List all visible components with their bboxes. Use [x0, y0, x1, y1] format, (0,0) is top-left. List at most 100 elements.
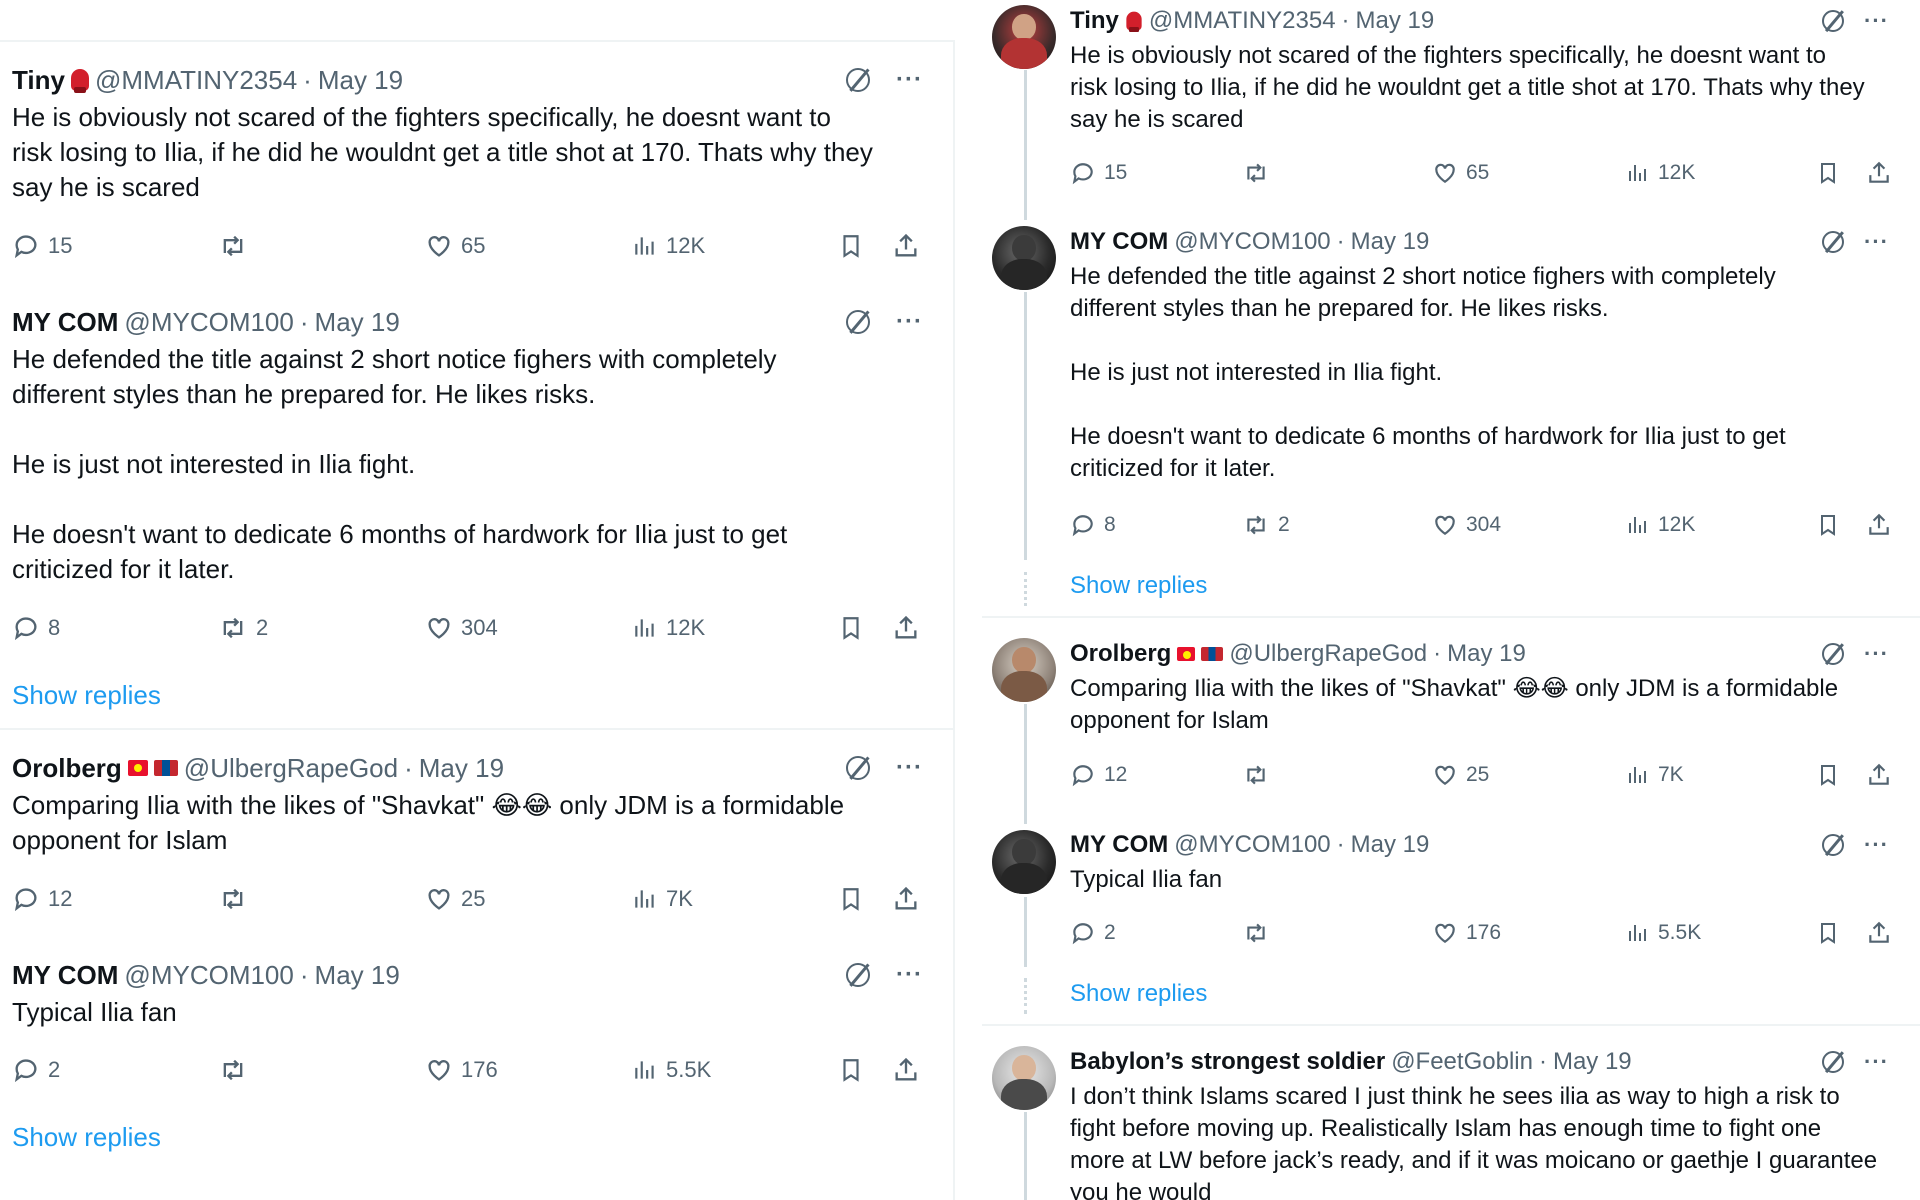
- share-button[interactable]: [892, 613, 920, 643]
- author-name[interactable]: MY COM: [1070, 228, 1168, 256]
- tweet-date[interactable]: May 19: [1351, 831, 1430, 859]
- bookmark-button[interactable]: [1816, 159, 1840, 187]
- repost-button[interactable]: [218, 885, 256, 913]
- author-name[interactable]: MY COM: [12, 307, 118, 338]
- views-button[interactable]: 12K: [632, 614, 705, 642]
- author-handle[interactable]: @UlbergRapeGod: [184, 753, 398, 784]
- reply-button[interactable]: 2: [1070, 920, 1116, 946]
- repost-button[interactable]: 2: [1242, 512, 1290, 538]
- more-icon[interactable]: ···: [1864, 8, 1889, 34]
- tweet-date[interactable]: May 19: [1447, 640, 1526, 668]
- like-button[interactable]: 65: [425, 232, 485, 260]
- grok-icon[interactable]: [846, 756, 870, 780]
- show-replies-link[interactable]: Show replies: [1070, 980, 1207, 1008]
- tweet[interactable]: Orolberg @UlbergRapeGod · May 19 ··· Com…: [12, 748, 932, 858]
- bookmark-button[interactable]: [838, 231, 864, 261]
- like-button[interactable]: 65: [1432, 160, 1489, 186]
- repost-button[interactable]: [1242, 160, 1278, 186]
- show-replies-link[interactable]: Show replies: [12, 680, 161, 711]
- reply-button[interactable]: 15: [1070, 160, 1127, 186]
- grok-icon[interactable]: [846, 310, 870, 334]
- repost-button[interactable]: [218, 232, 256, 260]
- like-button[interactable]: 304: [1432, 512, 1501, 538]
- views-button[interactable]: 5.5K: [1626, 920, 1701, 946]
- share-button[interactable]: [1866, 511, 1892, 539]
- tweet[interactable]: MY COM @MYCOM100 · May 19 ··· Typical Il…: [1070, 828, 1910, 898]
- grok-icon[interactable]: [1822, 643, 1844, 665]
- reply-button[interactable]: 12: [1070, 762, 1127, 788]
- share-button[interactable]: [892, 231, 920, 261]
- author-handle[interactable]: @MYCOM100: [124, 307, 293, 338]
- author-name[interactable]: Tiny: [1070, 7, 1119, 35]
- tweet-date[interactable]: May 19: [315, 960, 400, 991]
- views-button[interactable]: 12K: [1626, 512, 1695, 538]
- share-button[interactable]: [892, 884, 920, 914]
- tweet-date[interactable]: May 19: [1351, 228, 1430, 256]
- grok-icon[interactable]: [1822, 834, 1844, 856]
- author-handle[interactable]: @MMATINY2354: [95, 65, 297, 96]
- bookmark-button[interactable]: [1816, 761, 1840, 789]
- views-button[interactable]: 12K: [1626, 160, 1695, 186]
- grok-icon[interactable]: [846, 963, 870, 987]
- more-icon[interactable]: ···: [1864, 229, 1889, 255]
- tweet[interactable]: MY COM @MYCOM100 · May 19 ··· He defende…: [12, 302, 932, 592]
- like-button[interactable]: 25: [1432, 762, 1489, 788]
- author-name[interactable]: Orolberg: [12, 753, 122, 784]
- tweet-date[interactable]: May 19: [318, 65, 403, 96]
- share-button[interactable]: [1866, 919, 1892, 947]
- bookmark-button[interactable]: [838, 613, 864, 643]
- more-icon[interactable]: ···: [1864, 1049, 1889, 1075]
- show-replies-link[interactable]: Show replies: [1070, 572, 1207, 600]
- grok-icon[interactable]: [846, 68, 870, 92]
- reply-button[interactable]: 12: [12, 885, 72, 913]
- avatar[interactable]: [992, 1046, 1056, 1110]
- bookmark-button[interactable]: [838, 884, 864, 914]
- share-button[interactable]: [1866, 159, 1892, 187]
- author-handle[interactable]: @MYCOM100: [1174, 831, 1330, 859]
- repost-button[interactable]: [218, 1056, 256, 1084]
- avatar[interactable]: [992, 226, 1056, 290]
- reply-button[interactable]: 15: [12, 232, 72, 260]
- tweet-date[interactable]: May 19: [315, 307, 400, 338]
- avatar[interactable]: [992, 5, 1056, 69]
- tweet[interactable]: Orolberg @UlbergRapeGod · May 19 ··· Com…: [1070, 637, 1910, 737]
- views-button[interactable]: 5.5K: [632, 1056, 711, 1084]
- share-button[interactable]: [1866, 761, 1892, 789]
- repost-button[interactable]: [1242, 920, 1278, 946]
- tweet[interactable]: Tiny @MMATINY2354 · May 19 ··· He is obv…: [12, 60, 932, 210]
- repost-button[interactable]: [1242, 762, 1278, 788]
- views-button[interactable]: 7K: [632, 885, 693, 913]
- author-handle[interactable]: @MMATINY2354: [1149, 7, 1336, 35]
- author-name[interactable]: Orolberg: [1070, 640, 1171, 668]
- like-button[interactable]: 25: [425, 885, 485, 913]
- reply-button[interactable]: 8: [1070, 512, 1116, 538]
- tweet-date[interactable]: May 19: [1553, 1048, 1632, 1076]
- grok-icon[interactable]: [1822, 231, 1844, 253]
- more-icon[interactable]: ···: [1864, 641, 1889, 667]
- tweet[interactable]: MY COM @MYCOM100 · May 19 ··· He defende…: [1070, 225, 1910, 485]
- author-name[interactable]: MY COM: [12, 960, 118, 991]
- tweet[interactable]: MY COM @MYCOM100 · May 19 ··· Typical Il…: [12, 955, 932, 1035]
- avatar[interactable]: [992, 830, 1056, 894]
- more-icon[interactable]: ···: [896, 754, 923, 782]
- grok-icon[interactable]: [1822, 10, 1844, 32]
- more-icon[interactable]: ···: [1864, 832, 1889, 858]
- grok-icon[interactable]: [1822, 1051, 1844, 1073]
- more-icon[interactable]: ···: [896, 66, 923, 94]
- author-name[interactable]: Tiny: [12, 65, 65, 96]
- views-button[interactable]: 12K: [632, 232, 705, 260]
- reply-button[interactable]: 2: [12, 1056, 60, 1084]
- bookmark-button[interactable]: [838, 1055, 864, 1085]
- author-handle[interactable]: @FeetGoblin: [1391, 1048, 1533, 1076]
- views-button[interactable]: 7K: [1626, 762, 1684, 788]
- repost-button[interactable]: 2: [218, 614, 268, 642]
- share-button[interactable]: [892, 1055, 920, 1085]
- bookmark-button[interactable]: [1816, 919, 1840, 947]
- like-button[interactable]: 176: [1432, 920, 1501, 946]
- author-handle[interactable]: @MYCOM100: [1174, 228, 1330, 256]
- author-name[interactable]: Babylon’s strongest soldier: [1070, 1048, 1385, 1076]
- show-replies-link[interactable]: Show replies: [12, 1122, 161, 1153]
- author-name[interactable]: MY COM: [1070, 831, 1168, 859]
- bookmark-button[interactable]: [1816, 511, 1840, 539]
- tweet-date[interactable]: May 19: [1356, 7, 1435, 35]
